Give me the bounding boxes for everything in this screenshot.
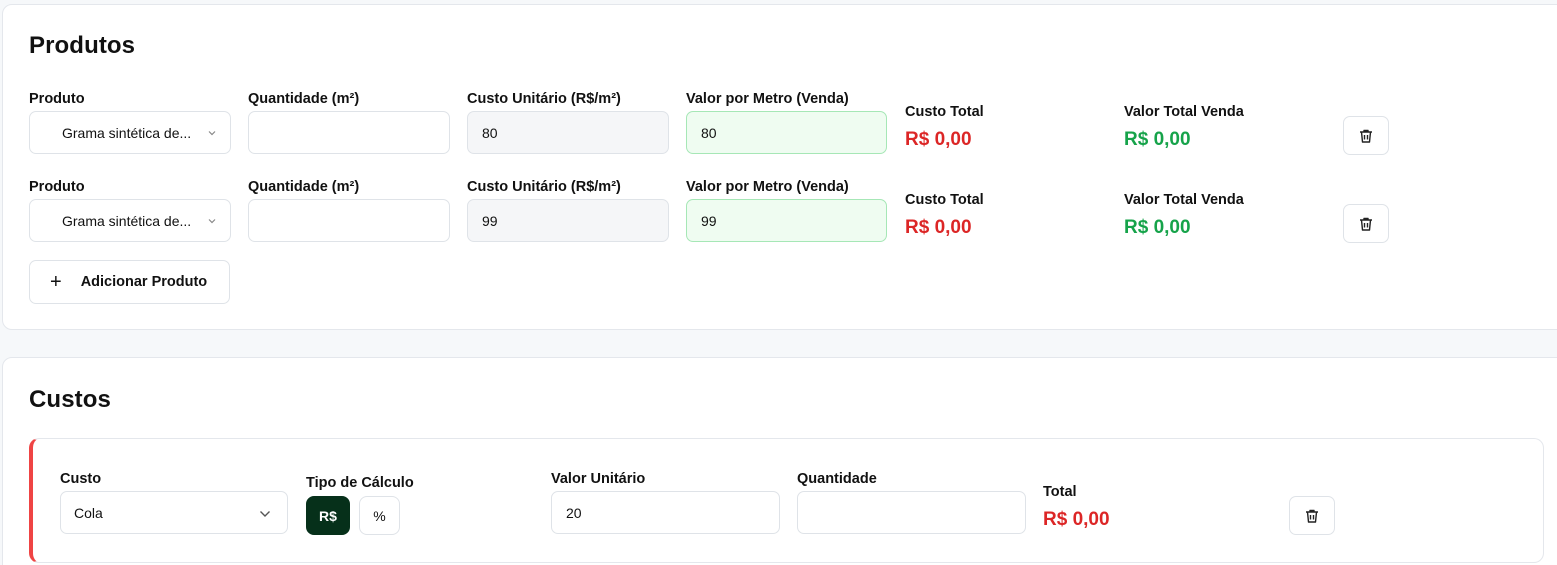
cost-label: Custo xyxy=(60,471,102,487)
chevron-down-icon xyxy=(260,511,270,517)
total-cost-value: R$ 0,00 xyxy=(905,217,972,238)
total-sale-value: R$ 0,00 xyxy=(1124,217,1191,238)
price-per-meter-label: Valor por Metro (Venda) xyxy=(686,179,849,195)
total-cost-label: Custo Total xyxy=(905,192,984,208)
trash-icon xyxy=(1360,129,1372,143)
calc-type-percent-button[interactable]: % xyxy=(359,496,400,535)
quantity-label: Quantidade (m²) xyxy=(248,91,360,107)
product-select[interactable]: Grama sintética de... xyxy=(29,199,231,242)
products-card: Produtos Produto Grama sintética de... Q… xyxy=(2,4,1557,330)
add-product-label: Adicionar Produto xyxy=(80,274,208,290)
unit-value-label: Valor Unitário xyxy=(551,471,646,487)
products-title: Produtos xyxy=(29,32,136,59)
delete-cost-button[interactable] xyxy=(1289,496,1335,535)
product-select-value: Grama sintética de... xyxy=(62,124,192,141)
trash-icon xyxy=(1306,509,1318,523)
chevron-down-icon xyxy=(208,131,216,136)
product-select[interactable]: Grama sintética de... xyxy=(29,111,231,154)
price-per-meter-input[interactable]: 80 xyxy=(686,111,887,154)
unit-cost-label: Custo Unitário (R$/m²) xyxy=(467,91,621,107)
cost-select-value: Cola xyxy=(74,504,103,521)
total-cost-value: R$ 0,00 xyxy=(905,129,972,150)
total-sale-label: Valor Total Venda xyxy=(1124,192,1244,208)
unit-cost-label: Custo Unitário (R$/m²) xyxy=(467,179,621,195)
product-select-value: Grama sintética de... xyxy=(62,212,192,229)
costs-title: Custos xyxy=(29,386,111,413)
product-label: Produto xyxy=(29,179,85,195)
calc-type-label: Tipo de Cálculo xyxy=(306,475,414,491)
unit-cost-input[interactable]: 80 xyxy=(467,111,669,154)
chevron-down-icon xyxy=(208,219,216,224)
costs-card: Custos Custo Cola Tipo de Cálculo R$ % V… xyxy=(2,357,1557,565)
product-label: Produto xyxy=(29,91,85,107)
cost-total-label: Total xyxy=(1043,484,1077,500)
delete-product-button[interactable] xyxy=(1343,116,1389,155)
quantity-input[interactable] xyxy=(248,199,450,242)
cost-quantity-label: Quantidade xyxy=(797,471,877,487)
price-per-meter-label: Valor por Metro (Venda) xyxy=(686,91,849,107)
total-cost-label: Custo Total xyxy=(905,104,984,120)
trash-icon xyxy=(1360,217,1372,231)
cost-row: Custo Cola Tipo de Cálculo R$ % Valor Un… xyxy=(29,438,1544,563)
add-product-button[interactable]: + Adicionar Produto xyxy=(29,260,230,304)
cost-quantity-input[interactable] xyxy=(797,491,1026,534)
quantity-input[interactable] xyxy=(248,111,450,154)
total-sale-label: Valor Total Venda xyxy=(1124,104,1244,120)
unit-value-input[interactable]: 20 xyxy=(551,491,780,534)
quantity-label: Quantidade (m²) xyxy=(248,179,360,195)
calc-type-currency-button[interactable]: R$ xyxy=(306,496,350,535)
cost-select[interactable]: Cola xyxy=(60,491,288,534)
cost-total-value: R$ 0,00 xyxy=(1043,509,1110,530)
plus-icon: + xyxy=(50,271,62,293)
unit-cost-input[interactable]: 99 xyxy=(467,199,669,242)
price-per-meter-input[interactable]: 99 xyxy=(686,199,887,242)
delete-product-button[interactable] xyxy=(1343,204,1389,243)
total-sale-value: R$ 0,00 xyxy=(1124,129,1191,150)
